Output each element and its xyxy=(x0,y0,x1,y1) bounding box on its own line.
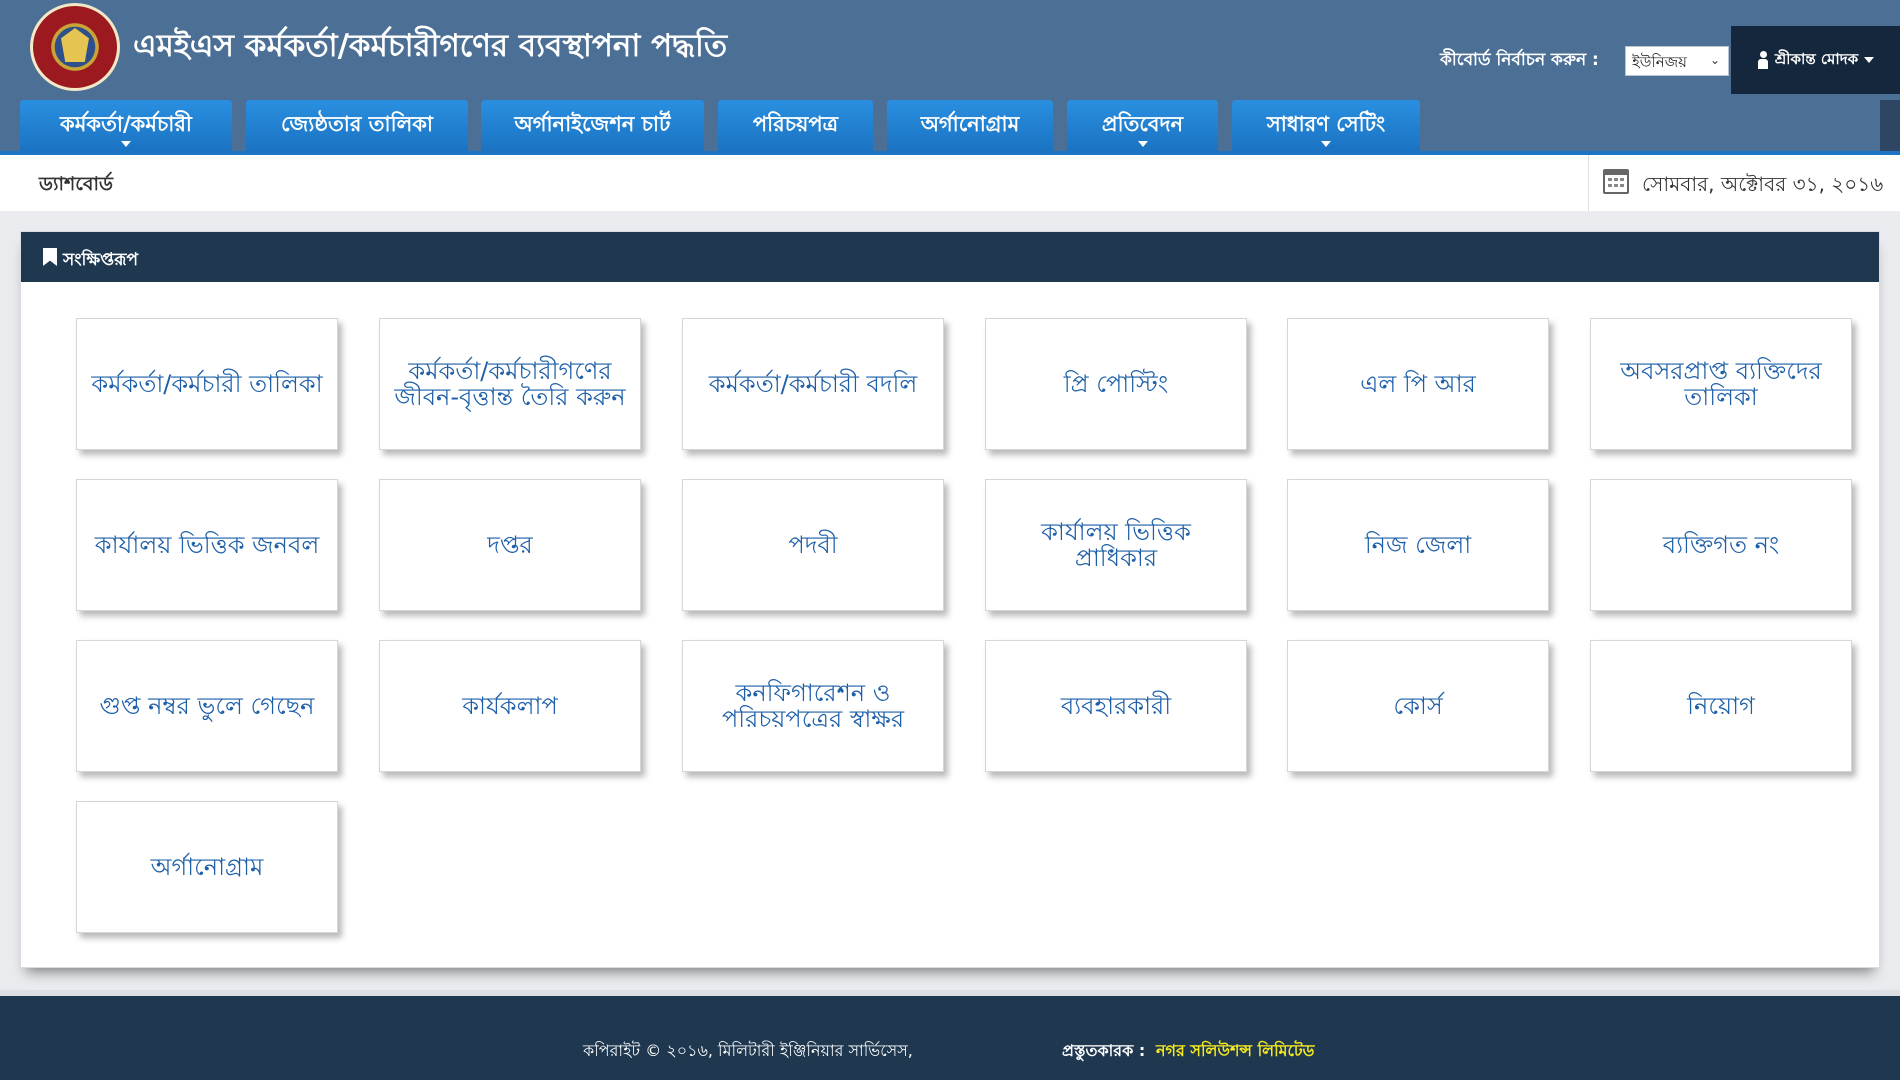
tile-office-manpower[interactable]: কার্যালয় ভিত্তিক জনবল xyxy=(76,479,338,611)
tile-office-entitlement[interactable]: কার্যালয় ভিত্তিক প্রাধিকার xyxy=(985,479,1247,611)
tile-appointment[interactable]: নিয়োগ xyxy=(1590,640,1852,772)
user-menu-button[interactable]: শ্রীকান্ত মোদক xyxy=(1731,26,1900,94)
tile-employee-transfer[interactable]: কর্মকর্তা/কর্মচারী বদলি xyxy=(682,318,944,450)
tile-lpr[interactable]: এল পি আর xyxy=(1287,318,1549,450)
vendor-link[interactable]: নগর সলিউশন্স লিমিটেড xyxy=(1156,1038,1314,1065)
keyboard-select[interactable]: ইউনিজয় ⌄ xyxy=(1625,46,1729,76)
panel-title: সংক্ষিপ্তরূপ xyxy=(63,250,139,270)
caret-down-icon xyxy=(1864,57,1875,63)
nav-organization-chart-label: অর্গানাইজেশন চার্ট xyxy=(514,112,671,136)
bookmark-icon xyxy=(43,248,57,266)
nav-organization-chart[interactable]: অর্গানাইজেশন চার্ট xyxy=(481,100,704,151)
main-navbar: কর্মকর্তা/কর্মচারী জ্যেষ্ঠতার তালিকা অর্… xyxy=(0,95,1900,155)
summary-panel: সংক্ষিপ্তরূপ কর্মকর্তা/কর্মচারী তালিকা ক… xyxy=(20,231,1880,968)
tile-employee-list[interactable]: কর্মকর্তা/কর্মচারী তালিকা xyxy=(76,318,338,450)
keyboard-select-label: কীবোর্ড নির্বাচন করুন : xyxy=(1440,50,1599,70)
chevron-down-icon: ⌄ xyxy=(1709,53,1720,67)
tile-personal-number[interactable]: ব্যক্তিগত নং xyxy=(1590,479,1852,611)
caret-down-icon xyxy=(1137,141,1148,147)
caret-down-icon xyxy=(121,141,131,147)
prepared-by-label: প্রস্তুতকারক : xyxy=(1062,1041,1146,1060)
tile-designation[interactable]: পদবী xyxy=(682,479,944,611)
tile-users[interactable]: ব্যবহারকারী xyxy=(985,640,1247,772)
calendar-icon xyxy=(1603,169,1629,194)
tile-activities[interactable]: কার্যকলাপ xyxy=(379,640,641,772)
navbar-edge xyxy=(1880,100,1900,151)
tile-retired-list[interactable]: অবসরপ্রাপ্ত ব্যক্তিদের তালিকা xyxy=(1590,318,1852,450)
nav-seniority-list-label: জ্যেষ্ঠতার তালিকা xyxy=(280,112,434,136)
nav-organogram-label: অর্গানোগ্রাম xyxy=(920,112,1020,136)
nav-employee-label: কর্মকর্তা/কর্মচারী xyxy=(60,112,192,136)
tile-organogram[interactable]: অর্গানোগ্রাম xyxy=(76,801,338,933)
nav-id-card-label: পরিচয়পত্র xyxy=(752,112,839,136)
breadcrumb: ড্যাশবোর্ড xyxy=(39,173,113,195)
copyright-text: কপিরাইট © ২০১৬, মিলিটারী ইঞ্জিনিয়ার সার… xyxy=(583,1041,913,1060)
nav-id-card[interactable]: পরিচয়পত্র xyxy=(718,100,873,151)
nav-seniority-list[interactable]: জ্যেষ্ঠতার তালিকা xyxy=(246,100,468,151)
panel-header: সংক্ষিপ্তরূপ xyxy=(21,232,1879,282)
page-footer xyxy=(0,996,1900,1080)
app-title: এমইএস কর্মকর্তা/কর্মচারীগণের ব্যবস্থাপনা… xyxy=(133,28,728,64)
tile-home-district[interactable]: নিজ জেলা xyxy=(1287,479,1549,611)
nav-general-settings-label: সাধারণ সেটিং xyxy=(1266,112,1386,136)
nav-report-label: প্রতিবেদন xyxy=(1101,112,1184,136)
current-date: সোমবার, অক্টোবর ৩১, ২০১৬ xyxy=(1642,172,1884,196)
tile-forgot-password[interactable]: গুপ্ত নম্বর ভুলে গেছেন xyxy=(76,640,338,772)
tile-create-biodata[interactable]: কর্মকর্তা/কর্মচারীগণের জীবন-বৃত্তান্ত তৈ… xyxy=(379,318,641,450)
keyboard-select-value: ইউনিজয় xyxy=(1632,53,1687,71)
user-name: শ্রীকান্ত মোদক xyxy=(1774,49,1859,68)
nav-organogram[interactable]: অর্গানোগ্রাম xyxy=(887,100,1053,151)
nav-employee[interactable]: কর্মকর্তা/কর্মচারী xyxy=(20,100,232,151)
nav-general-settings[interactable]: সাধারণ সেটিং xyxy=(1232,100,1420,151)
tile-department[interactable]: দপ্তর xyxy=(379,479,641,611)
mes-logo xyxy=(30,3,120,91)
tile-configuration-signature[interactable]: কনফিগারেশন ও পরিচয়পত্রের স্বাক্ষর xyxy=(682,640,944,772)
tile-course[interactable]: কোর্স xyxy=(1287,640,1549,772)
emblem-icon xyxy=(61,28,89,62)
nav-report[interactable]: প্রতিবেদন xyxy=(1067,100,1218,151)
tile-pre-posting[interactable]: প্রি পোস্টিং xyxy=(985,318,1247,450)
user-icon xyxy=(1757,51,1769,69)
app-header: এমইএস কর্মকর্তা/কর্মচারীগণের ব্যবস্থাপনা… xyxy=(0,0,1900,95)
caret-down-icon xyxy=(1321,141,1331,147)
